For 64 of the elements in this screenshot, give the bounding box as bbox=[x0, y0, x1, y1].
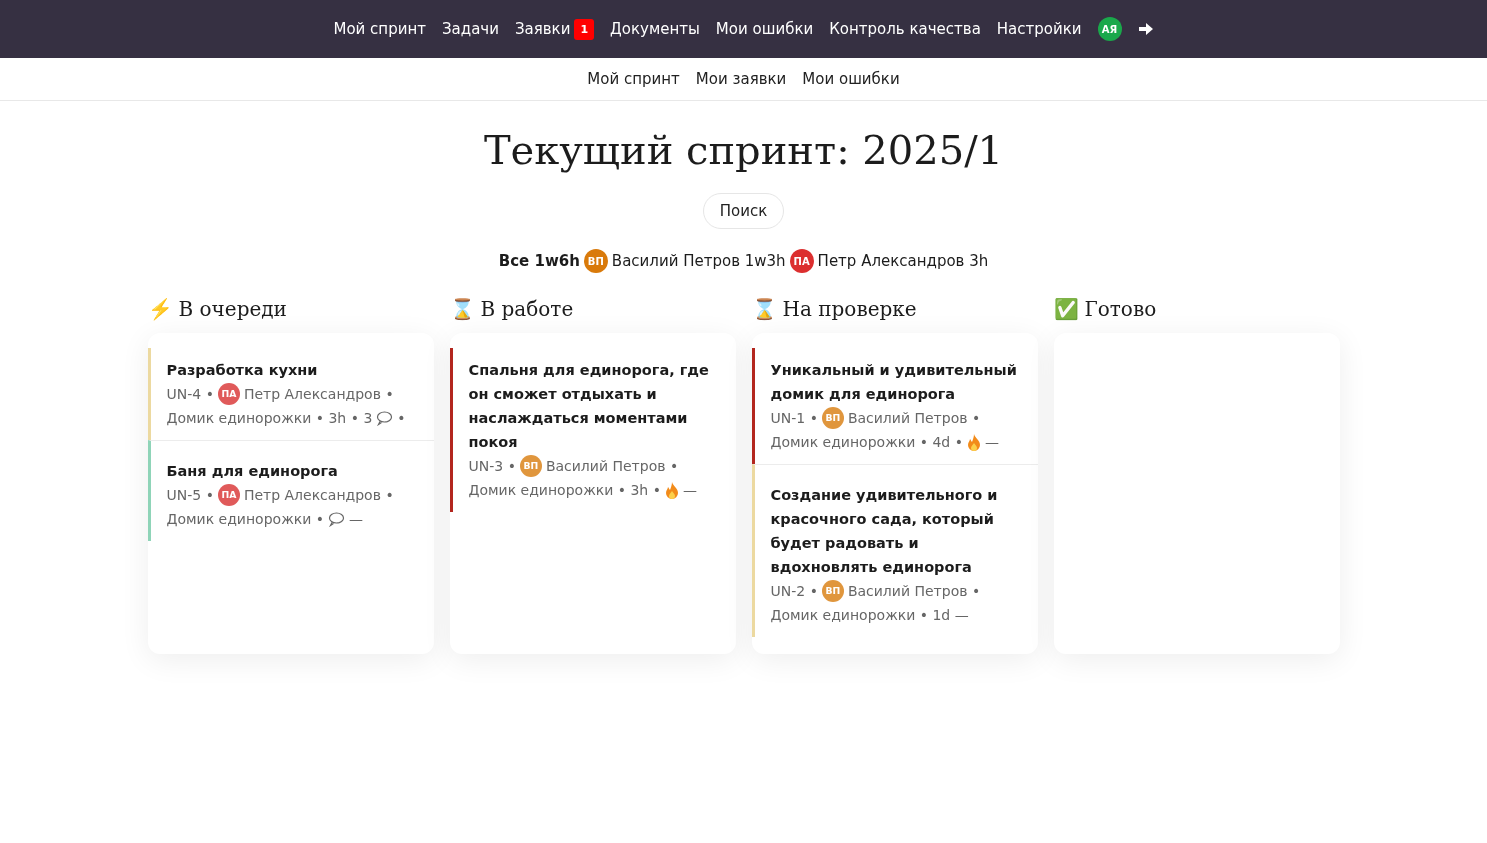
card-meta-text: Василий Петров • bbox=[847, 409, 981, 428]
speech-bubble-icon bbox=[328, 511, 345, 527]
fire-icon bbox=[966, 433, 981, 451]
task-card[interactable]: Спальня для единорога, где он сможет отдыхать и наслаждаться моментами покоя UN-3 • ВП Василий Петров • Домик единорожки • 3h • — bbox=[449, 348, 736, 512]
fire-icon bbox=[664, 481, 679, 499]
nav-link[interactable]: Заявки 1 bbox=[514, 18, 595, 40]
page-title: Текущий спринт: 2025/1 bbox=[482, 127, 1005, 173]
task-card[interactable]: Разработка кухни UN-4 • ПА Петр Александров • Домик единорожки • 3h • 3 • bbox=[147, 348, 434, 440]
task-title: Уникальный и удивительный домик для единорога bbox=[770, 361, 1018, 404]
search-button[interactable]: Поиск bbox=[702, 193, 785, 229]
nav-link[interactable]: Настройки bbox=[996, 20, 1082, 38]
subnav-link[interactable]: Мои ошибки bbox=[802, 70, 900, 88]
avatar: ВП bbox=[821, 580, 844, 602]
task-title: Создание удивительного и красочного сада, который будет радовать и вдохновлять единорога bbox=[770, 486, 999, 577]
task-card[interactable]: Баня для единорога UN-5 • ПА Петр Александров • Домик единорожки • — bbox=[147, 440, 434, 541]
person-estimate[interactable]: Василий Петров 1w3h bbox=[611, 252, 786, 270]
card-meta-text: UN-5 • bbox=[166, 486, 214, 505]
nav-link[interactable]: Мой спринт bbox=[333, 20, 426, 38]
column-title: В работе bbox=[480, 297, 574, 321]
subnav-link[interactable]: Мои заявки bbox=[695, 70, 787, 88]
card-meta-text: UN-1 • bbox=[770, 409, 818, 428]
speech-bubble-icon bbox=[376, 410, 394, 426]
card-meta-text: UN-2 • bbox=[770, 582, 818, 601]
task-card[interactable]: Создание удивительного и красочного сада, который будет радовать и вдохновлять единорога UN-2 • ВП Василий Петров • Домик единорожки • 1d — bbox=[751, 464, 1038, 637]
card-meta-text: Домик единорожки • 3h • 3 bbox=[166, 409, 373, 428]
nav-link[interactable]: Контроль качества bbox=[829, 20, 981, 38]
nav-link[interactable]: Задачи bbox=[441, 20, 499, 38]
nav-link[interactable]: Мои ошибки bbox=[715, 20, 814, 38]
avatar: ВП bbox=[519, 455, 542, 477]
card-meta-text: Домик единорожки • 3h • bbox=[468, 481, 661, 500]
total-estimate: Все 1w6h bbox=[498, 252, 580, 270]
card-meta-text: — bbox=[984, 433, 999, 452]
card-meta-text: Петр Александров • bbox=[243, 486, 394, 505]
logout-arrow-icon[interactable] bbox=[1137, 22, 1154, 36]
person-estimate[interactable]: Петр Александров 3h bbox=[817, 252, 989, 270]
card-meta-text: Василий Петров • bbox=[545, 457, 679, 476]
column-icon: ⌛ bbox=[449, 297, 475, 321]
subnav-link[interactable]: Мой спринт bbox=[587, 70, 680, 88]
card-meta-text: Домик единорожки • 1d — bbox=[770, 606, 969, 625]
card-meta-text: • bbox=[397, 409, 406, 428]
card-meta-text: Домик единорожки • bbox=[166, 510, 324, 529]
avatar: ПА bbox=[217, 383, 240, 405]
column-title: Готово bbox=[1084, 297, 1157, 321]
task-card[interactable]: Уникальный и удивительный домик для единорога UN-1 • ВП Василий Петров • Домик единорожки • 4d • — bbox=[751, 348, 1038, 464]
task-title: Разработка кухни bbox=[166, 361, 319, 380]
nav-link[interactable]: Документы bbox=[610, 20, 700, 38]
avatar: ПА bbox=[217, 484, 240, 506]
avatar[interactable]: ПА bbox=[789, 249, 814, 273]
card-meta-text: UN-3 • bbox=[468, 457, 516, 476]
card-meta-text: UN-4 • bbox=[166, 385, 214, 404]
column-icon: ✅ bbox=[1053, 297, 1079, 321]
card-meta-text: — bbox=[682, 481, 697, 500]
card-meta-text: Домик единорожки • 4d • bbox=[770, 433, 963, 452]
card-meta-text: — bbox=[349, 510, 363, 529]
card-meta-text: Петр Александров • bbox=[243, 385, 394, 404]
avatar: ВП bbox=[821, 407, 844, 429]
column-title: В очереди bbox=[178, 297, 287, 321]
column-icon: ⚡ bbox=[147, 297, 173, 321]
column-icon: ⌛ bbox=[751, 297, 777, 321]
task-title: Спальня для единорога, где он сможет отдыхать и наслаждаться моментами покоя bbox=[468, 361, 710, 452]
column-title: На проверке bbox=[782, 297, 917, 321]
count-badge: 1 bbox=[574, 18, 595, 40]
card-meta-text: Василий Петров • bbox=[847, 582, 981, 601]
task-title: Баня для единорога bbox=[166, 462, 339, 481]
